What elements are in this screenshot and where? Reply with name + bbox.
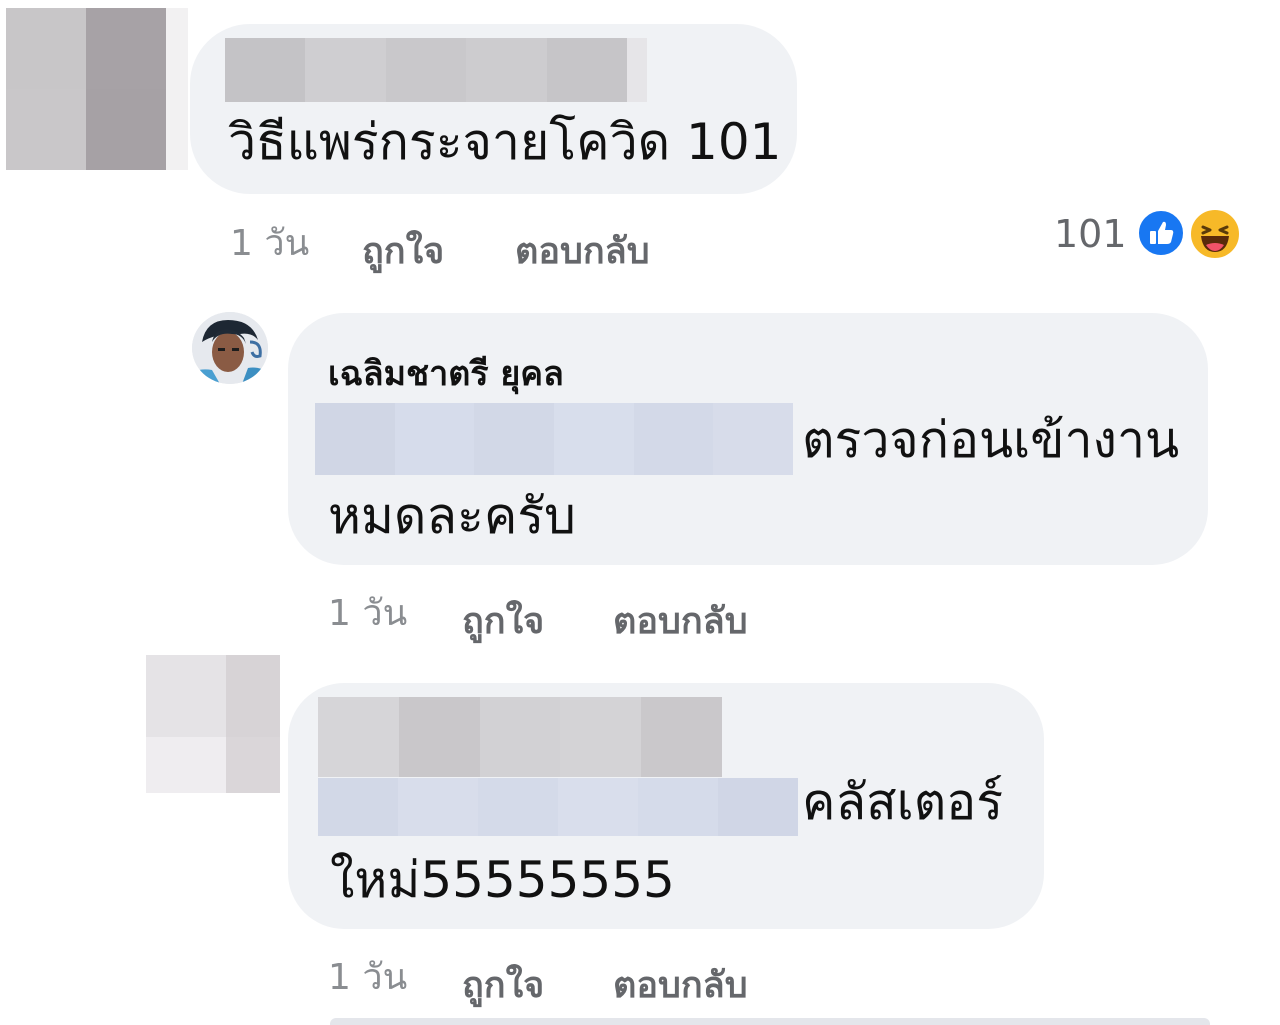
reply-button[interactable]: ตอบกลับ [613,592,748,649]
avatar[interactable] [146,655,280,793]
comment-text-line-1: คลัสเตอร์ [802,773,1004,831]
comment-text-line-2: ใหม่55555555 [330,851,675,909]
comment-text: วิธีแพร่กระจายโควิด 101 [228,113,782,171]
mention-redacted [318,778,798,836]
reply-button[interactable]: ตอบกลับ [515,222,650,279]
reaction-count[interactable]: 101 [1054,212,1127,256]
haha-icon [1188,207,1242,261]
mention-redacted [315,403,794,475]
like-button[interactable]: ถูกใจ [462,956,544,1013]
comment-timestamp[interactable]: 1 วัน [230,214,309,271]
reply-button[interactable]: ตอบกลับ [613,956,748,1013]
comment-text-line-1: ตรวจก่อนเข้างาน [802,411,1180,469]
like-icon [1136,208,1186,258]
comment-thread: วิธีแพร่กระจายโควิด 101 1 วัน ถูกใจ ตอบก… [0,0,1280,1025]
avatar[interactable] [6,8,188,170]
like-button[interactable]: ถูกใจ [362,222,444,279]
comment-timestamp[interactable]: 1 วัน [328,948,407,1005]
avatar[interactable] [192,312,268,384]
next-comment-edge [330,1018,1210,1025]
author-name-redacted [318,697,722,777]
comment-timestamp[interactable]: 1 วัน [328,584,407,641]
comment-author[interactable]: เฉลิมชาตรี ยุคล [328,346,564,400]
author-name-redacted [225,38,647,102]
comment-text-line-2: หมดละครับ [328,487,576,545]
like-button[interactable]: ถูกใจ [462,592,544,649]
